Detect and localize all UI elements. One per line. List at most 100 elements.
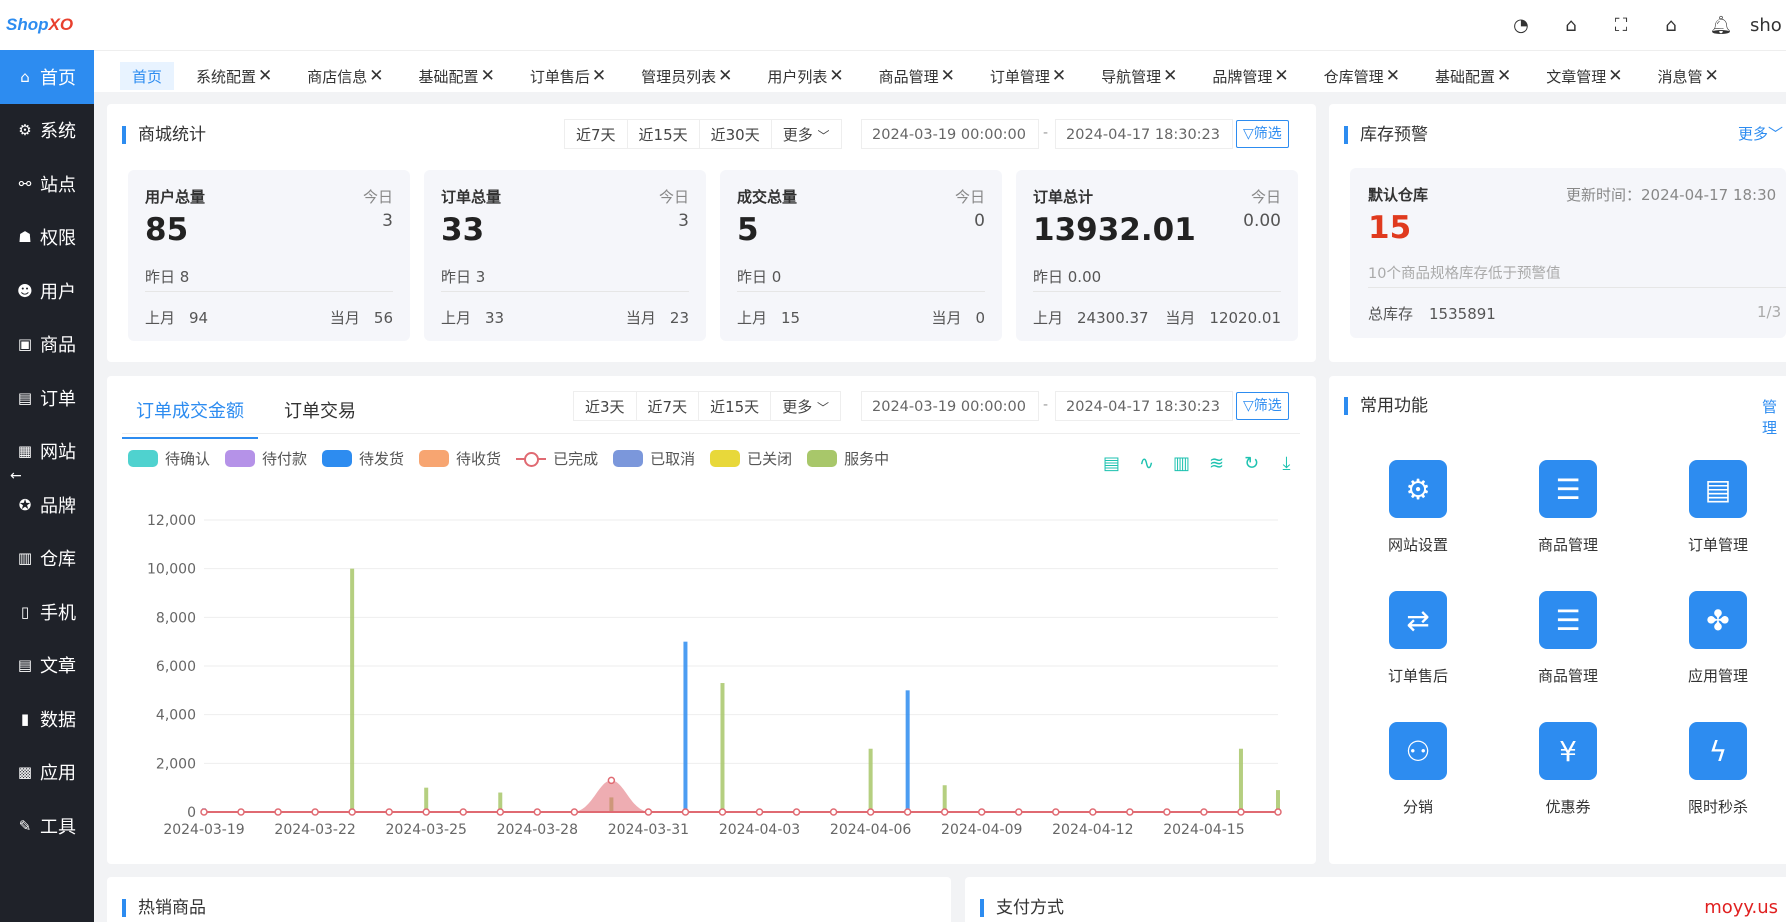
sidebar-item-goods[interactable]: ▣ 商品 bbox=[0, 318, 94, 372]
tab-item[interactable]: 文章管理 ✕ bbox=[1536, 62, 1635, 90]
point-completed bbox=[496, 808, 505, 816]
tab-item[interactable]: 系统配置 ✕ bbox=[186, 62, 285, 90]
sidebar-item-permission[interactable]: ☗ 权限 bbox=[0, 211, 94, 265]
line-chart-icon[interactable]: ∿ bbox=[1135, 452, 1158, 475]
tab-item[interactable]: 仓库管理 ✕ bbox=[1314, 62, 1413, 90]
bar-chart-icon[interactable]: ▥ bbox=[1170, 452, 1193, 475]
bar-服务中 bbox=[1238, 748, 1243, 812]
close-icon[interactable]: ✕ bbox=[1704, 66, 1718, 86]
close-icon[interactable]: ✕ bbox=[1274, 66, 1288, 86]
close-icon[interactable]: ✕ bbox=[1052, 66, 1066, 86]
shop-icon[interactable]: ⌂ bbox=[1546, 15, 1596, 36]
sidebar-item-order[interactable]: ▤ 订单 bbox=[0, 371, 94, 425]
sidebar-item-app[interactable]: ▩ 应用 bbox=[0, 746, 94, 800]
chart-filter-button[interactable]: ▽筛选 bbox=[1236, 392, 1289, 420]
close-icon[interactable]: ✕ bbox=[718, 66, 732, 86]
close-icon[interactable]: ✕ bbox=[1497, 66, 1511, 86]
bell-icon[interactable]: 🔔︎ bbox=[1696, 15, 1746, 36]
chart-date-start[interactable]: 2024-03-19 00:00:00 bbox=[861, 391, 1039, 421]
stats-date-start[interactable]: 2024-03-19 00:00:00 bbox=[861, 119, 1039, 149]
palette-icon[interactable]: ◔ bbox=[1496, 15, 1546, 36]
logo[interactable]: Shop XO bbox=[0, 0, 94, 50]
legend-item[interactable]: 待付款 bbox=[225, 448, 307, 469]
sidebar-item-home[interactable]: ⌂ 首页 bbox=[0, 50, 94, 104]
range-option[interactable]: 更多 ﹀ bbox=[771, 119, 842, 149]
legend-item[interactable]: 待确认 bbox=[128, 448, 210, 469]
sidebar-item-label: 品牌 bbox=[40, 495, 76, 517]
sidebar-item-brand[interactable]: ✪ 品牌 bbox=[0, 478, 94, 532]
tab-item[interactable]: 订单售后 ✕ bbox=[520, 62, 619, 90]
sidebar-item-user[interactable]: ☻ 用户 bbox=[0, 264, 94, 318]
legend-item[interactable]: 服务中 bbox=[807, 448, 889, 469]
stats-filter-button[interactable]: ▽筛选 bbox=[1236, 120, 1289, 148]
tab-item[interactable]: 商品管理 ✕ bbox=[869, 62, 968, 90]
close-icon[interactable]: ✕ bbox=[829, 66, 843, 86]
stats-date-end[interactable]: 2024-04-17 18:30:23 bbox=[1055, 119, 1233, 149]
range-option[interactable]: 近7天 bbox=[564, 119, 628, 149]
close-icon[interactable]: ✕ bbox=[481, 66, 495, 86]
range-option[interactable]: 近7天 bbox=[636, 391, 700, 421]
chart-tab[interactable]: 订单成交金额 bbox=[122, 382, 258, 439]
tab-item[interactable]: 管理员列表 ✕ bbox=[631, 62, 745, 90]
quick-item[interactable]: ✤ 应用管理 bbox=[1658, 591, 1778, 686]
legend-item[interactable]: 待收货 bbox=[419, 448, 501, 469]
stock-more-link[interactable]: 更多﹀ bbox=[1738, 123, 1783, 144]
range-option[interactable]: 近3天 bbox=[573, 391, 637, 421]
close-icon[interactable]: ✕ bbox=[592, 66, 606, 86]
sidebar-item-data[interactable]: ▮ 数据 bbox=[0, 692, 94, 746]
tab-item[interactable]: 订单管理 ✕ bbox=[980, 62, 1079, 90]
quick-item[interactable]: ⚙ 网站设置 bbox=[1358, 460, 1478, 555]
close-icon[interactable]: ✕ bbox=[941, 66, 955, 86]
tab-item[interactable]: 商店信息 ✕ bbox=[297, 62, 396, 90]
legend-item[interactable]: 待发货 bbox=[322, 448, 404, 469]
quick-item[interactable]: ▤ 订单管理 bbox=[1658, 460, 1778, 555]
quick-item[interactable]: ⚇ 分销 bbox=[1358, 722, 1478, 817]
stack-icon[interactable]: ≋ bbox=[1205, 452, 1228, 475]
range-option[interactable]: 近15天 bbox=[627, 119, 700, 149]
page-indicator[interactable]: 1/3 bbox=[1757, 303, 1781, 321]
legend-item[interactable]: 已关闭 bbox=[710, 448, 792, 469]
tab-item[interactable]: 基础配置 ✕ bbox=[409, 62, 508, 90]
close-icon[interactable]: ✕ bbox=[258, 66, 272, 86]
point-completed bbox=[1052, 808, 1060, 816]
close-icon[interactable]: ✕ bbox=[1163, 66, 1177, 86]
point-completed bbox=[1274, 808, 1282, 816]
refresh-icon[interactable]: ↻ bbox=[1240, 452, 1263, 475]
close-icon[interactable]: ✕ bbox=[369, 66, 383, 86]
fullscreen-icon[interactable]: ⛶ bbox=[1596, 15, 1646, 36]
tab-item[interactable]: 导航管理 ✕ bbox=[1091, 62, 1190, 90]
download-icon[interactable]: ⤓ bbox=[1275, 452, 1298, 475]
range-option[interactable]: 近30天 bbox=[699, 119, 772, 149]
stat-value: 13932.01 bbox=[1033, 212, 1196, 248]
tab-item[interactable]: 基础配置 ✕ bbox=[1425, 62, 1524, 90]
sidebar-item-site[interactable]: ⚯ 站点 bbox=[0, 157, 94, 211]
tab-item[interactable]: 用户列表 ✕ bbox=[757, 62, 856, 90]
sidebar-item-warehouse[interactable]: ▥ 仓库 bbox=[0, 532, 94, 586]
close-icon[interactable]: ✕ bbox=[1608, 66, 1622, 86]
quick-item[interactable]: ☰ 商品管理 bbox=[1508, 460, 1628, 555]
chart-date-end[interactable]: 2024-04-17 18:30:23 bbox=[1055, 391, 1233, 421]
quick-item[interactable]: ¥ 优惠券 bbox=[1508, 722, 1628, 817]
sidebar-item-tool[interactable]: ✎ 工具 bbox=[0, 799, 94, 853]
user-name[interactable]: sho bbox=[1750, 15, 1786, 36]
quick-manage-link[interactable]: 管理 bbox=[1762, 396, 1786, 438]
tab-item[interactable]: 消息管 ✕ bbox=[1647, 62, 1731, 90]
quick-item[interactable]: ⇄ 订单售后 bbox=[1358, 591, 1478, 686]
sidebar-item-gear[interactable]: ⚙ 系统 bbox=[0, 104, 94, 158]
home-icon[interactable]: ⌂ bbox=[1646, 15, 1696, 36]
legend-item[interactable]: 已取消 bbox=[613, 448, 695, 469]
quick-item[interactable]: ϟ 限时秒杀 bbox=[1658, 722, 1778, 817]
topbar: ◔ ⌂ ⛶ ⌂ 🔔︎ sho bbox=[94, 0, 1786, 50]
quick-item[interactable]: ☰ 商品管理 bbox=[1508, 591, 1628, 686]
legend-item[interactable]: 已完成 bbox=[516, 448, 598, 469]
close-icon[interactable]: ✕ bbox=[1386, 66, 1400, 86]
tab-item[interactable]: 品牌管理 ✕ bbox=[1202, 62, 1301, 90]
chart-tab[interactable]: 订单交易 bbox=[270, 382, 370, 439]
collapse-arrow-icon[interactable]: ← bbox=[10, 468, 22, 484]
document-icon[interactable]: ▤ bbox=[1100, 452, 1123, 475]
range-option[interactable]: 更多 ﹀ bbox=[771, 391, 841, 421]
range-option[interactable]: 近15天 bbox=[699, 391, 772, 421]
sidebar-item-article[interactable]: ▤ 文章 bbox=[0, 639, 94, 693]
sidebar-item-mobile[interactable]: ▯ 手机 bbox=[0, 585, 94, 639]
tab-item[interactable]: 首页 bbox=[120, 62, 175, 90]
